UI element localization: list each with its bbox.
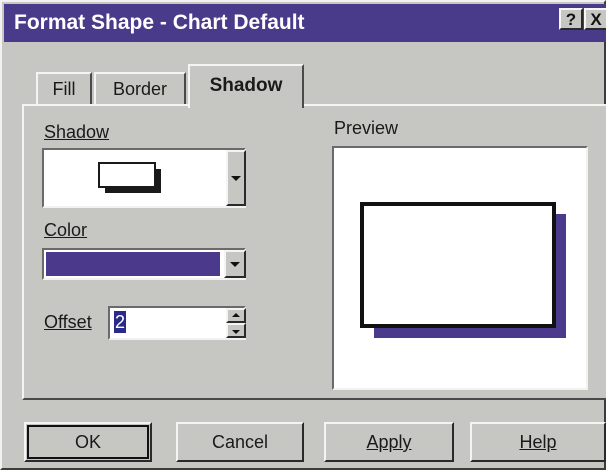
cancel-button[interactable]: Cancel (176, 422, 304, 462)
close-button[interactable]: X (584, 8, 606, 30)
context-help-button[interactable]: ? (559, 8, 583, 30)
chevron-down-icon (231, 176, 241, 181)
preview-shape (360, 202, 566, 338)
color-dropdown-button[interactable] (224, 250, 246, 278)
offset-value: 2 (114, 311, 127, 333)
ok-button[interactable]: OK (24, 422, 152, 462)
arrow-down-icon (232, 329, 240, 334)
shadow-style-dropdown-button[interactable] (226, 150, 246, 206)
shadow-style-swatch-icon (98, 162, 161, 193)
chevron-down-icon (230, 262, 240, 267)
offset-decrement-button[interactable] (226, 323, 246, 338)
shadow-label: Shadow (44, 122, 110, 142)
apply-button[interactable]: Apply (324, 422, 454, 462)
tab-border[interactable]: Border (94, 72, 186, 106)
offset-increment-button[interactable] (226, 308, 246, 323)
shadow-style-dropdown[interactable] (42, 148, 246, 208)
preview-label: Preview (334, 118, 399, 138)
tab-shadow[interactable]: Shadow (188, 64, 304, 108)
window-title: Format Shape - Chart Default (14, 11, 305, 34)
offset-label: Offset (44, 312, 92, 332)
help-button[interactable]: Help (470, 422, 606, 462)
preview-box (332, 146, 588, 390)
color-label: Color (44, 220, 88, 240)
color-swatch (46, 252, 220, 276)
tab-fill[interactable]: Fill (36, 72, 92, 106)
color-dropdown[interactable] (42, 248, 246, 280)
title-bar: Format Shape - Chart Default (4, 4, 606, 42)
arrow-up-icon (232, 312, 240, 317)
